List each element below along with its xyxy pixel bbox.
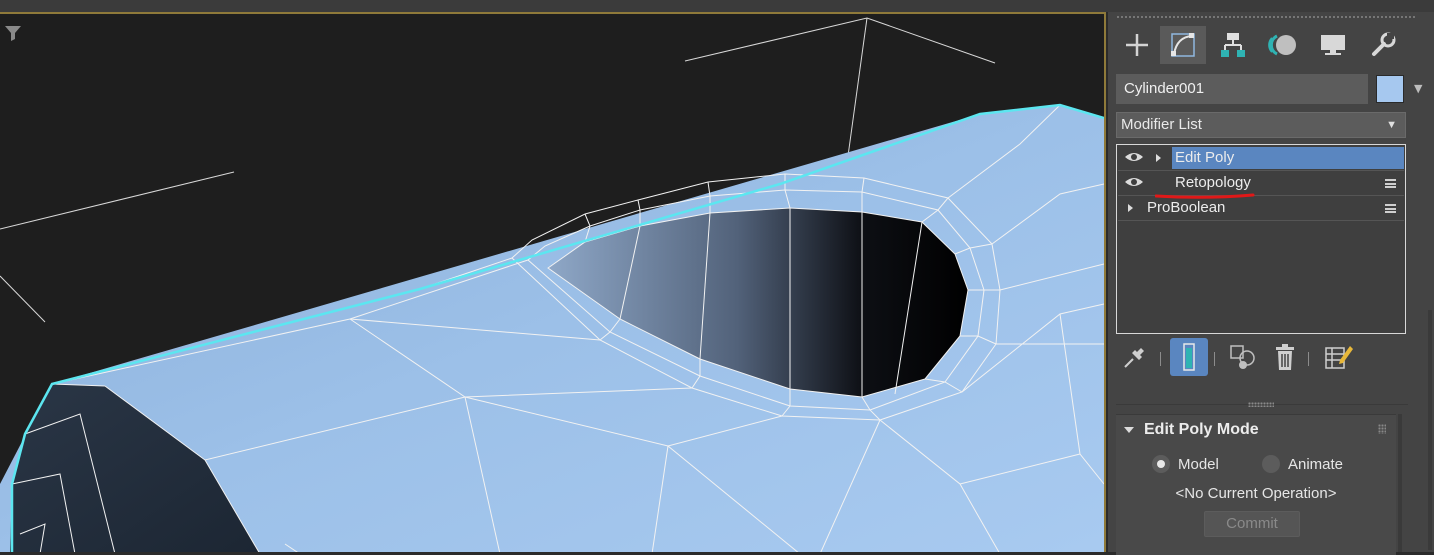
object-color-swatch[interactable]	[1376, 75, 1404, 103]
pin-icon	[1124, 348, 1144, 368]
stack-options-icon[interactable]	[1385, 179, 1396, 188]
eye-icon[interactable]	[1124, 175, 1144, 189]
command-panel: Cylinder001 ▼ Modifier List ▼ Edit Poly …	[1108, 12, 1434, 555]
radio-dot	[1262, 455, 1280, 473]
stack-options-icon[interactable]	[1385, 204, 1396, 213]
rollout-title: Edit Poly Mode	[1144, 421, 1259, 438]
stack-item-label: Edit Poly	[1172, 147, 1404, 169]
separator	[1214, 352, 1215, 366]
modifier-stack[interactable]: Edit Poly Retopology ProBoolean	[1116, 144, 1406, 334]
configure-sets-icon	[1325, 346, 1353, 369]
chevron-down-icon: ▼	[1386, 119, 1397, 131]
viewport-scene[interactable]	[0, 14, 1104, 552]
tab-display[interactable]	[1310, 26, 1356, 64]
collapse-arrow-icon	[1124, 427, 1134, 433]
object-name-field[interactable]: Cylinder001	[1116, 74, 1368, 104]
model-radio-label: Model	[1178, 455, 1219, 473]
tab-hierarchy[interactable]	[1210, 26, 1256, 64]
drag-handle-icon[interactable]	[1378, 424, 1386, 434]
motion-icon	[1268, 34, 1296, 56]
animate-radio-label: Animate	[1288, 455, 1344, 473]
make-unique-button[interactable]	[1224, 338, 1262, 376]
separator	[1308, 352, 1309, 366]
modifier-list-dropdown[interactable]: Modifier List ▼	[1116, 112, 1406, 138]
tab-create[interactable]	[1114, 26, 1160, 64]
wrench-icon	[1372, 32, 1396, 56]
configure-modifier-sets-button[interactable]	[1320, 338, 1358, 376]
current-operation-label: <No Current Operation>	[1175, 485, 1337, 502]
animate-radio[interactable]: Animate	[1262, 455, 1343, 473]
stack-tools	[1116, 338, 1416, 378]
panel-grip[interactable]	[1116, 15, 1416, 20]
command-panel-tabs	[1114, 26, 1414, 66]
display-monitor-icon	[1321, 35, 1345, 55]
top-bar	[0, 0, 1434, 12]
hierarchy-icon	[1221, 33, 1245, 57]
model-radio[interactable]: Model	[1152, 455, 1219, 473]
resize-grip[interactable]	[1248, 402, 1274, 407]
commit-button[interactable]: Commit	[1204, 511, 1300, 537]
plus-icon	[1126, 34, 1148, 56]
edit-poly-mode-rollout: Edit Poly Mode Model Animate <No Current…	[1116, 414, 1396, 555]
separator	[1160, 352, 1161, 366]
red-annotation-underline	[1155, 193, 1255, 199]
show-end-result-button[interactable]	[1170, 338, 1208, 376]
trash-icon	[1276, 344, 1294, 370]
eye-icon[interactable]	[1124, 150, 1144, 164]
remove-modifier-button[interactable]	[1266, 338, 1304, 376]
panel-menu-arrow[interactable]: ▼	[1414, 82, 1422, 95]
stack-item-edit-poly[interactable]: Edit Poly	[1118, 146, 1404, 171]
viewport[interactable]	[0, 12, 1106, 552]
show-end-result-icon	[1183, 343, 1195, 371]
pin-stack-button[interactable]	[1116, 338, 1154, 376]
make-unique-icon	[1230, 345, 1255, 369]
modifier-list-label: Modifier List	[1121, 116, 1202, 133]
expand-arrow-icon[interactable]	[1128, 204, 1133, 212]
rollout-scrollbar[interactable]	[1398, 414, 1402, 552]
tab-motion[interactable]	[1260, 26, 1306, 64]
modify-curve-icon	[1171, 33, 1195, 57]
stack-item-label: Retopology	[1175, 174, 1251, 191]
panel-scrollbar[interactable]	[1428, 310, 1432, 550]
rollout-header[interactable]: Edit Poly Mode	[1116, 415, 1396, 445]
radio-dot	[1152, 455, 1170, 473]
tab-modify[interactable]	[1160, 26, 1206, 64]
expand-arrow-icon[interactable]	[1156, 154, 1161, 162]
tab-utilities[interactable]	[1360, 26, 1406, 64]
filter-icon[interactable]	[5, 26, 21, 41]
